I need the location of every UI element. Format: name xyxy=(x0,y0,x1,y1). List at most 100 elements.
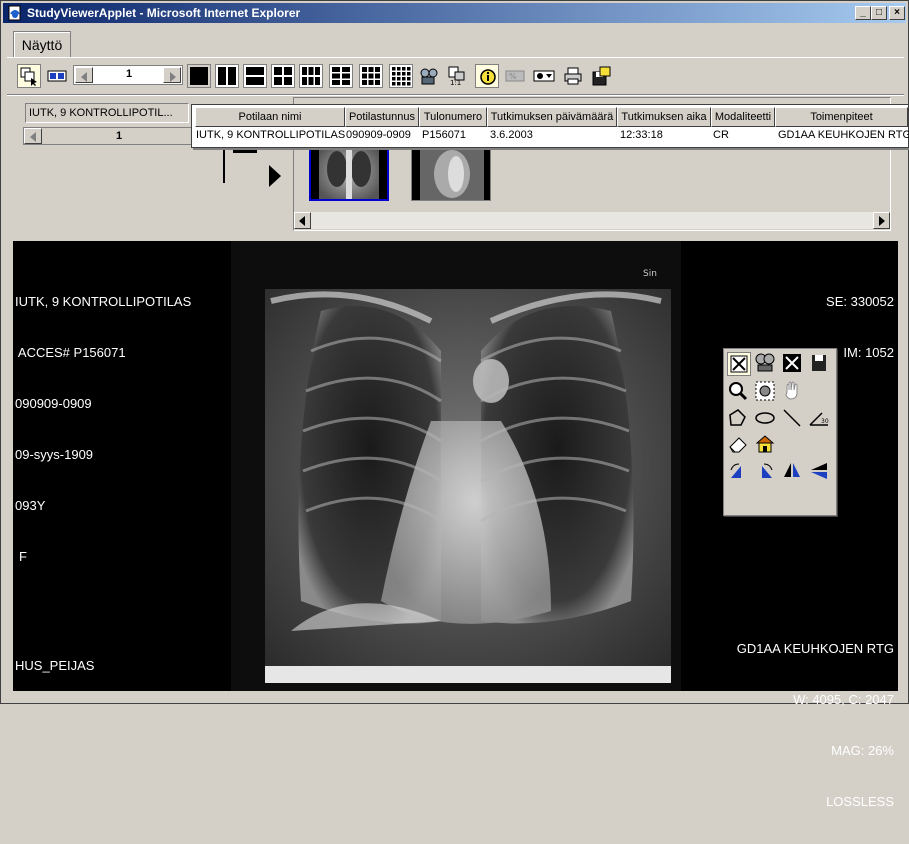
patient-field[interactable]: IUTK, 9 KONTROLLIPOTIL... xyxy=(25,103,189,123)
compare-button[interactable] xyxy=(45,64,69,88)
reset-button[interactable] xyxy=(754,433,778,457)
window-preset-button[interactable] xyxy=(531,64,555,88)
invert-icon: % xyxy=(505,70,525,82)
fit-button[interactable] xyxy=(727,352,751,376)
column-header-label: Tulonumero xyxy=(423,111,483,123)
select-series-icon xyxy=(20,67,37,86)
column-header-patient-id[interactable]: Potilastunnus xyxy=(345,107,419,127)
fullscreen-icon xyxy=(783,354,801,372)
invert-button[interactable]: % xyxy=(503,64,527,88)
fullscreen-button[interactable] xyxy=(781,352,805,376)
window-preset-icon xyxy=(533,70,555,82)
flip-horizontal-button[interactable] xyxy=(781,460,805,484)
thumbnail-scrollbar[interactable] xyxy=(294,212,890,229)
chest-xray-image: Sin xyxy=(231,241,681,691)
column-header-patient-name[interactable]: Potilaan nimi xyxy=(195,107,345,127)
column-header-study-time[interactable]: Tutkimuksen aika xyxy=(617,107,711,127)
sync-icon xyxy=(755,353,775,372)
sync-button[interactable] xyxy=(754,352,778,376)
close-button[interactable]: × xyxy=(889,6,905,20)
title-bar[interactable]: StudyViewerApplet - Microsoft Internet E… xyxy=(3,3,906,23)
overlay-compression: LOSSLESS xyxy=(826,794,894,809)
series-spinner[interactable]: 1 xyxy=(23,127,193,145)
column-header-label: Tutkimuksen päivämäärä xyxy=(490,111,614,123)
layout-4x4-button[interactable] xyxy=(389,64,413,88)
polygon-roi-button[interactable] xyxy=(727,407,751,431)
series-connector xyxy=(223,147,225,183)
scale-1to1-button[interactable]: 1:1 xyxy=(445,64,469,88)
pan-hand-button[interactable] xyxy=(781,380,805,404)
page-spinner-value: 1 xyxy=(125,68,133,80)
cell-accession: P156071 xyxy=(422,129,467,141)
layout-3x2-button[interactable] xyxy=(329,64,353,88)
overlay-birth-date: 09-syys-1909 xyxy=(15,447,94,462)
flip-vertical-button[interactable] xyxy=(808,460,832,484)
reset-icon xyxy=(755,435,775,453)
series-prev-button[interactable] xyxy=(24,128,42,144)
ellipse-roi-button[interactable] xyxy=(754,407,778,431)
maximize-glyph: □ xyxy=(875,7,883,18)
rotate-right-button[interactable] xyxy=(754,460,778,484)
series-next-icon[interactable] xyxy=(269,165,281,187)
window-title: StudyViewerApplet - Microsoft Internet E… xyxy=(27,6,301,20)
maximize-button[interactable]: □ xyxy=(871,6,887,20)
chest-pa-thumbnail[interactable] xyxy=(309,143,389,201)
overlay-patient-id: 090909-0909 xyxy=(15,396,92,411)
svg-text:1:1: 1:1 xyxy=(450,79,461,86)
magnify-region-button[interactable] xyxy=(754,380,778,404)
tab-nayto[interactable]: Näyttö xyxy=(13,31,71,58)
overlay-bottom-right: GD1AA KEUHKOJEN RTG W: 4095, C: 2047 MAG… xyxy=(737,606,894,844)
cell-modality: CR xyxy=(713,129,729,141)
layout-1x1-icon xyxy=(190,67,208,85)
minimize-button[interactable]: _ xyxy=(855,6,871,20)
column-header-procedures[interactable]: Toimenpiteet xyxy=(775,107,908,127)
layout-2x2-button[interactable] xyxy=(271,64,295,88)
print-button[interactable] xyxy=(561,64,585,88)
page-next-button[interactable] xyxy=(163,67,181,83)
scale-1to1-icon: 1:1 xyxy=(448,66,465,86)
page-spinner[interactable]: 1 xyxy=(73,65,183,85)
patient-field-text: IUTK, 9 KONTROLLIPOTIL... xyxy=(29,107,173,119)
save-button[interactable] xyxy=(589,64,613,88)
column-header-study-date[interactable]: Tutkimuksen päivämäärä xyxy=(487,107,617,127)
overlay-series: SE: 330052 xyxy=(826,294,894,309)
ellipse-roi-icon xyxy=(755,412,775,424)
pan-hand-icon xyxy=(785,381,798,400)
rotate-left-button[interactable] xyxy=(727,460,751,484)
series-spinner-value: 1 xyxy=(115,130,123,142)
chest-lateral-thumbnail[interactable] xyxy=(411,143,491,201)
fit-icon xyxy=(730,355,748,373)
layout-2x1-button[interactable] xyxy=(243,64,267,88)
layout-3x3-icon xyxy=(362,67,380,85)
layout-2x3-icon xyxy=(302,67,320,85)
cine-button[interactable] xyxy=(417,64,441,88)
scroll-left-button[interactable] xyxy=(294,212,311,229)
column-header-label: Toimenpiteet xyxy=(810,111,873,123)
cell-study-time: 12:33:18 xyxy=(620,129,663,141)
column-header-accession[interactable]: Tulonumero xyxy=(419,107,487,127)
save-image-icon xyxy=(812,355,826,371)
separator-highlight xyxy=(7,95,904,96)
save-icon xyxy=(592,66,611,86)
scroll-right-button[interactable] xyxy=(873,212,890,229)
column-header-modality[interactable]: Modaliteetti xyxy=(711,107,775,127)
layout-1x1-button[interactable] xyxy=(187,64,211,88)
eraser-button[interactable] xyxy=(727,433,751,457)
info-button[interactable] xyxy=(475,64,499,88)
layout-2x2-icon xyxy=(274,67,292,85)
save-image-button[interactable] xyxy=(808,352,832,376)
layout-3x3-button[interactable] xyxy=(359,64,383,88)
cine-icon xyxy=(420,68,438,85)
line-measure-button[interactable] xyxy=(781,407,805,431)
select-series-button[interactable] xyxy=(17,64,41,88)
page-prev-button[interactable] xyxy=(75,67,93,83)
svg-text:30: 30 xyxy=(821,418,829,425)
layout-2x3-button[interactable] xyxy=(299,64,323,88)
print-icon xyxy=(564,67,582,85)
layout-3x2-icon xyxy=(332,67,350,85)
column-header-label: Potilastunnus xyxy=(348,111,416,123)
angle-measure-button[interactable]: 30 xyxy=(808,407,832,431)
layout-1x2-button[interactable] xyxy=(215,64,239,88)
zoom-button[interactable] xyxy=(727,380,751,404)
overlay-procedure: GD1AA KEUHKOJEN RTG xyxy=(736,641,894,656)
